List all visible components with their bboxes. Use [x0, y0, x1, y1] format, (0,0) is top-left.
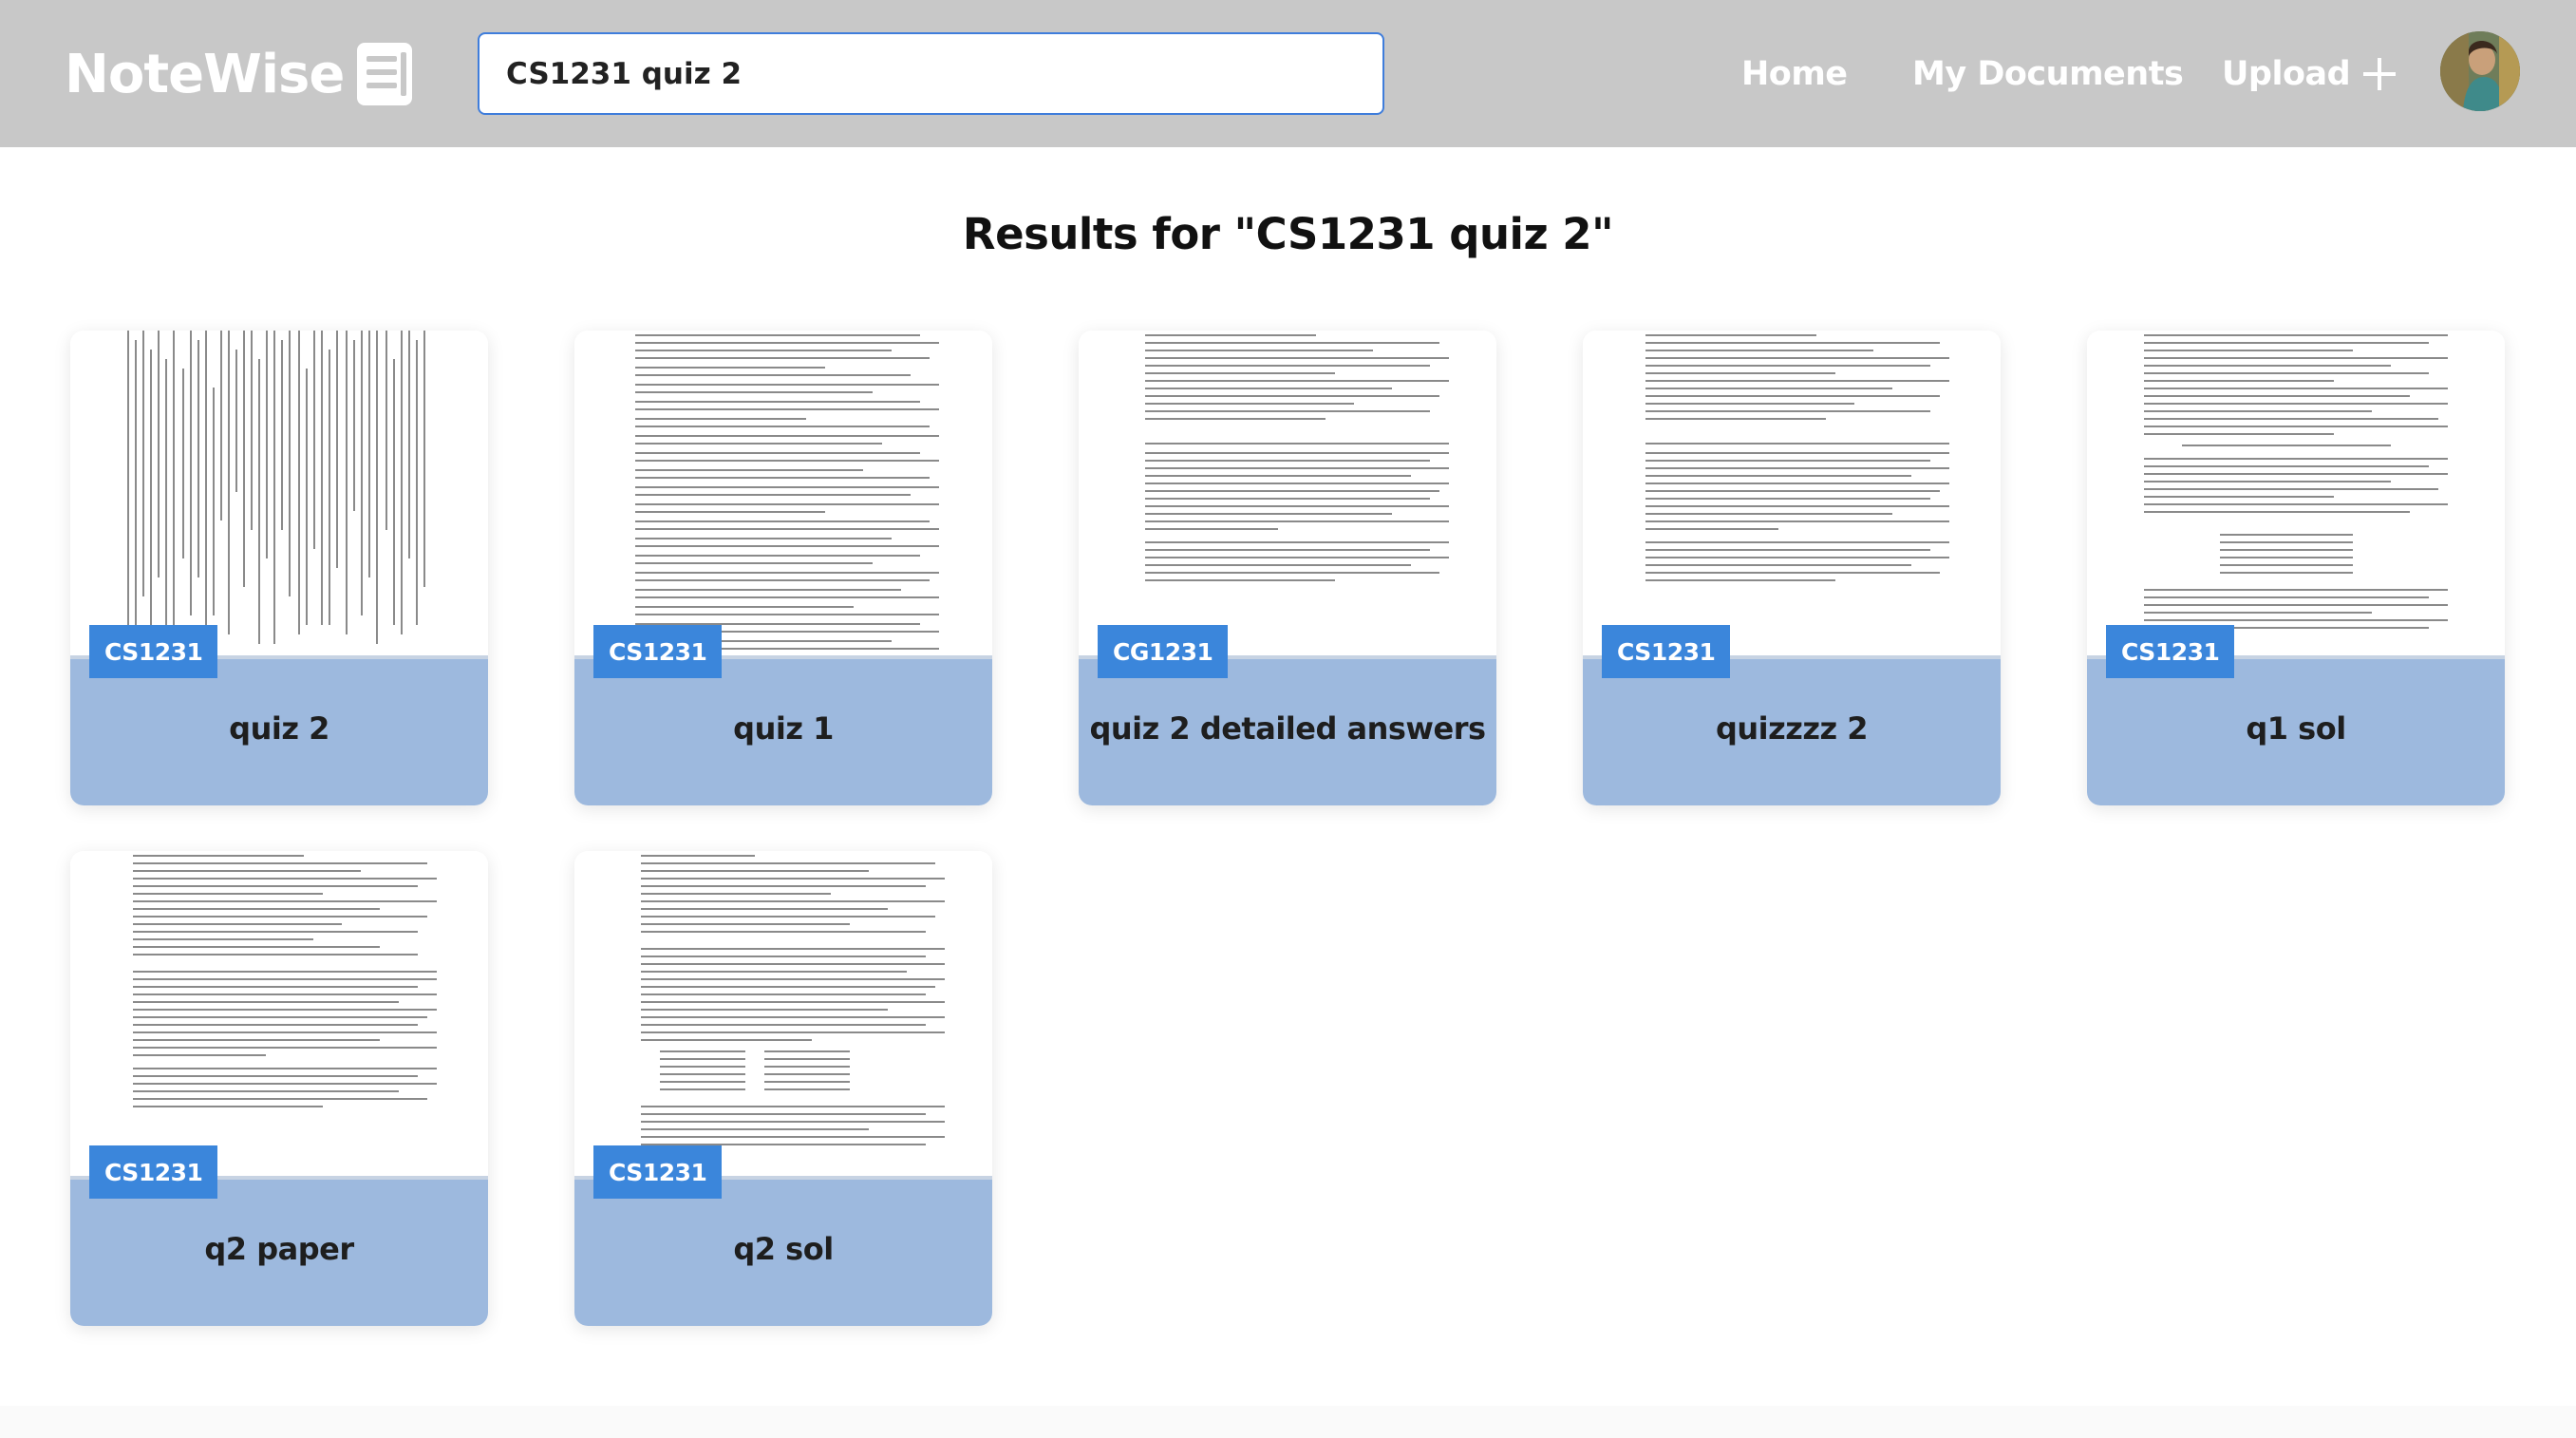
brand-logo[interactable]: NoteWise	[65, 36, 413, 112]
card-title: quiz 2	[229, 710, 329, 747]
document-card[interactable]: CS1231 quiz 2	[70, 331, 488, 805]
page-bottom-band	[0, 1406, 2576, 1438]
document-icon	[357, 43, 413, 105]
results-heading: Results for "CS1231 quiz 2"	[962, 209, 1614, 259]
brand-name: NoteWise	[65, 43, 345, 105]
card-title: q1 sol	[2246, 710, 2346, 747]
avatar-image	[2440, 31, 2520, 111]
course-badge: CS1231	[2106, 625, 2235, 678]
course-badge: CS1231	[1602, 625, 1731, 678]
document-card[interactable]: CG1231 quiz 2 detailed answers	[1079, 331, 1496, 805]
course-badge: CS1231	[89, 625, 218, 678]
document-card[interactable]: CS1231 quizzzz 2	[1583, 331, 2001, 805]
nav-home-label: Home	[1741, 55, 1848, 93]
document-preview	[2087, 331, 2505, 655]
nav-upload-button[interactable]: Upload	[2222, 47, 2397, 101]
document-card[interactable]: CS1231 q1 sol	[2087, 331, 2505, 805]
search-input[interactable]	[478, 32, 1384, 115]
card-title: q2 sol	[733, 1231, 834, 1267]
document-thumbnail	[133, 855, 437, 1107]
document-preview	[70, 851, 488, 1176]
document-thumbnail	[1645, 334, 1949, 581]
document-preview	[574, 851, 992, 1176]
document-card[interactable]: CS1231 quiz 1	[574, 331, 992, 805]
nav-home-link[interactable]: Home	[1741, 47, 1848, 101]
nav-my-documents-link[interactable]: My Documents	[1912, 47, 2184, 101]
course-badge: CS1231	[593, 625, 723, 678]
card-title: quizzzz 2	[1715, 710, 1869, 747]
course-badge: CS1231	[593, 1145, 723, 1199]
course-badge: CG1231	[1098, 625, 1229, 678]
top-bar: NoteWise Home My Documents Upload	[0, 0, 2576, 147]
card-title: quiz 2 detailed answers	[1089, 710, 1486, 747]
document-thumbnail	[2144, 334, 2448, 629]
user-avatar[interactable]	[2440, 31, 2520, 111]
card-title: quiz 1	[733, 710, 834, 747]
document-preview	[70, 331, 488, 655]
document-thumbnail-rotated	[127, 331, 425, 644]
plus-icon	[2363, 58, 2397, 90]
document-thumbnail	[641, 855, 945, 1145]
card-title: q2 paper	[204, 1231, 354, 1267]
course-badge: CS1231	[89, 1145, 218, 1199]
document-preview	[1583, 331, 2001, 655]
document-card[interactable]: CS1231 q2 paper	[70, 851, 488, 1326]
document-thumbnail	[1145, 334, 1449, 581]
document-preview	[574, 331, 992, 655]
document-thumbnail	[635, 334, 939, 650]
document-preview	[1079, 331, 1496, 655]
nav-upload-label: Upload	[2222, 55, 2351, 93]
nav-my-documents-label: My Documents	[1912, 55, 2184, 93]
document-card[interactable]: CS1231 q2 sol	[574, 851, 992, 1326]
